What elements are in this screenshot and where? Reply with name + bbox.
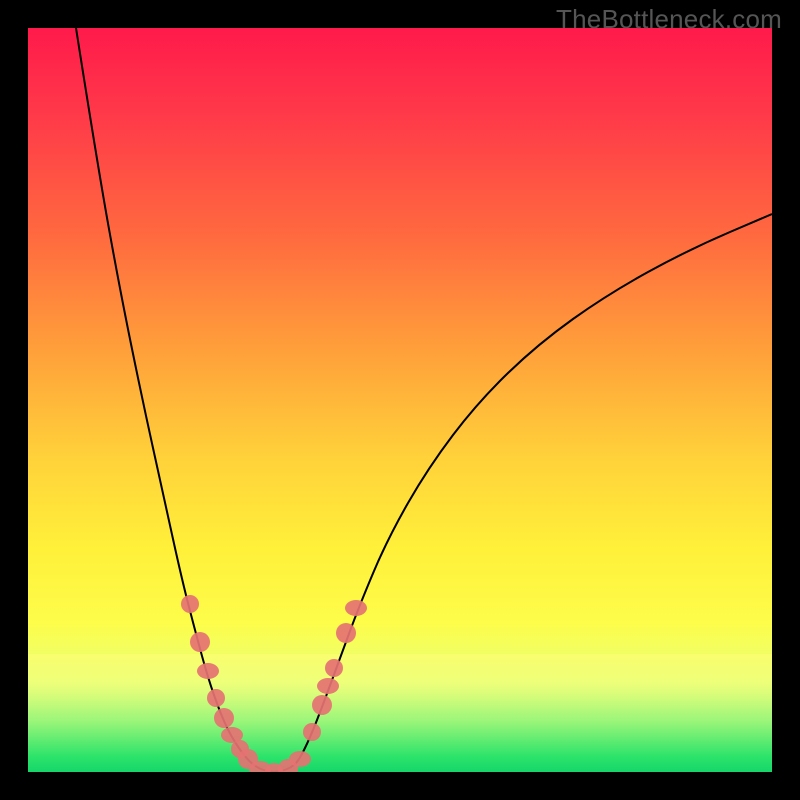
scatter-dots [181, 595, 367, 772]
scatter-dot [317, 678, 339, 694]
curve-layer [28, 28, 772, 772]
scatter-dot [345, 600, 367, 616]
scatter-dot [207, 689, 225, 707]
scatter-dot [312, 695, 332, 715]
scatter-dot [336, 623, 356, 643]
scatter-dot [289, 751, 311, 767]
plot-area [28, 28, 772, 772]
chart-frame: TheBottleneck.com [0, 0, 800, 800]
bottleneck-curve [76, 28, 772, 772]
scatter-dot [197, 663, 219, 679]
scatter-dot [181, 595, 199, 613]
scatter-dot [190, 632, 210, 652]
scatter-dot [325, 659, 343, 677]
scatter-dot [214, 708, 234, 728]
scatter-dot [303, 723, 321, 741]
